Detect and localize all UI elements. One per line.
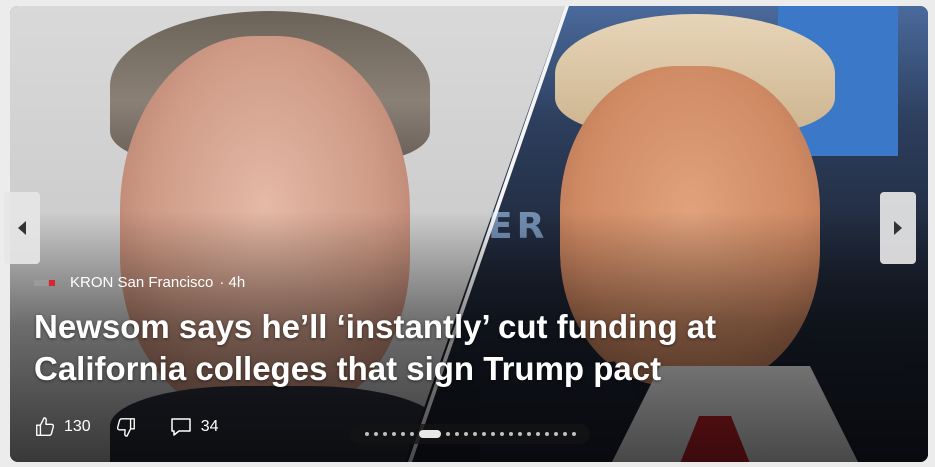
like-button[interactable]: 130 [34,416,91,438]
carousel-dot[interactable] [526,432,531,436]
thumbs-up-icon [36,417,55,436]
carousel-dot[interactable] [373,432,378,436]
carousel-dot[interactable] [400,432,405,436]
carousel-dot[interactable] [508,432,513,436]
carousel-indicator [350,424,590,444]
carousel-dot[interactable] [382,432,387,436]
previous-button[interactable] [4,192,40,264]
chevron-left-icon [18,221,26,235]
carousel-dot[interactable] [553,432,558,436]
headline-line-1[interactable]: Newsom says he’ll ‘instantly’ cut fundin… [34,306,794,348]
kron-logo-icon [34,278,56,288]
carousel-dot[interactable] [544,432,549,436]
thumbs-down-icon [116,418,135,437]
carousel-dot[interactable] [409,432,414,436]
carousel-dot[interactable] [463,432,468,436]
news-card[interactable]: ER KRON San Francisco · 4h Newsom says h… [10,6,928,462]
carousel-dot[interactable] [499,432,504,436]
carousel-dot[interactable] [490,432,495,436]
carousel-dot-active[interactable] [418,430,441,438]
source-name[interactable]: KRON San Francisco [70,274,213,291]
article-age: · 4h [219,274,246,291]
comment-count: 34 [200,418,219,435]
carousel-dot[interactable] [481,432,486,436]
carousel-dot[interactable] [454,432,459,436]
headline-line-2[interactable]: California colleges that sign Trump pact [34,348,794,390]
carousel-dot[interactable] [571,432,576,436]
chevron-right-icon [894,221,902,235]
next-button[interactable] [880,192,916,264]
dislike-button[interactable] [115,416,145,438]
carousel-dot[interactable] [472,432,477,436]
comment-icon [170,418,191,436]
carousel-dot[interactable] [391,432,396,436]
article-source[interactable]: KRON San Francisco · 4h [34,274,245,291]
carousel-dot[interactable] [517,432,522,436]
carousel-dot[interactable] [364,432,369,436]
carousel-dot[interactable] [562,432,567,436]
reaction-bar: 130 34 [34,416,243,438]
comment-button[interactable]: 34 [169,416,219,438]
carousel-dot[interactable] [535,432,540,436]
article-headline[interactable]: Newsom says he’ll ‘instantly’ cut fundin… [34,306,794,390]
gradient-overlay [10,6,928,462]
like-count: 130 [64,418,91,435]
carousel-dot[interactable] [445,432,450,436]
